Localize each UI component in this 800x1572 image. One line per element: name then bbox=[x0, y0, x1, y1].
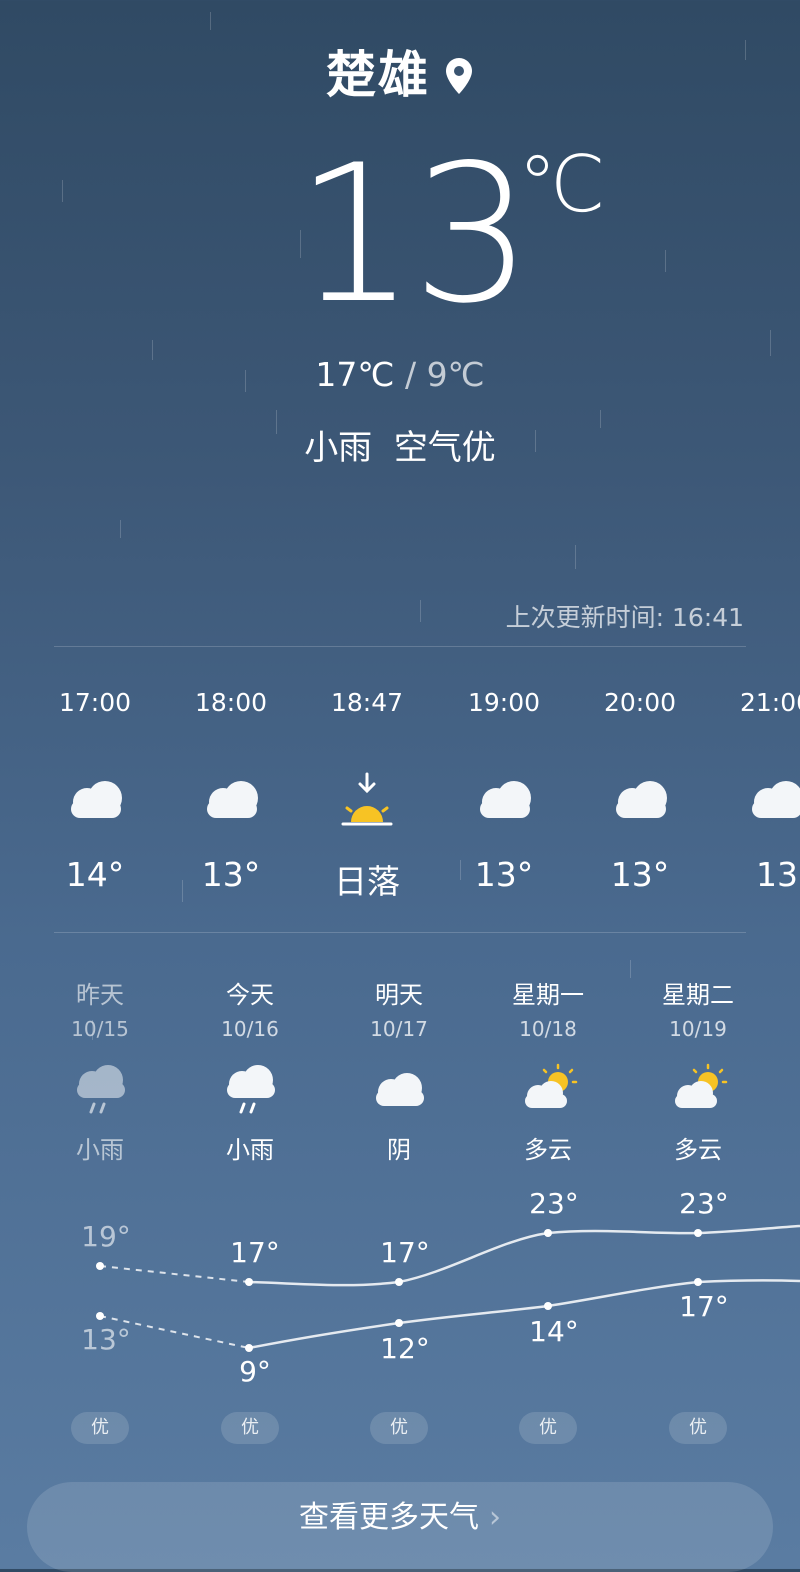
today-high: 17℃ bbox=[315, 355, 395, 394]
air-quality: 空气优 bbox=[393, 428, 496, 468]
day-low-temp: 13° bbox=[81, 1323, 131, 1356]
low-point bbox=[245, 1344, 253, 1352]
high-point bbox=[544, 1229, 552, 1237]
aqi-badge: 优 bbox=[71, 1412, 129, 1444]
hourly-time: 18:47 bbox=[330, 688, 404, 717]
low-point bbox=[395, 1319, 403, 1327]
current-condition: 小雨 bbox=[304, 428, 373, 468]
day-condition: 小雨 bbox=[76, 1136, 124, 1164]
low-point bbox=[544, 1302, 552, 1310]
light-rain-icon bbox=[40, 1060, 160, 1120]
hourly-temp: 14° bbox=[65, 855, 125, 894]
last-updated-label: 上次更新时间: bbox=[505, 603, 664, 632]
last-updated: 上次更新时间: 16:41 bbox=[506, 598, 744, 634]
hourly-time: 19:00 bbox=[467, 688, 541, 717]
day-low-temp: 14° bbox=[529, 1315, 579, 1348]
hourly-temp: 13° bbox=[201, 855, 261, 894]
location-pin-icon bbox=[444, 50, 474, 108]
day-date: 10/17 bbox=[370, 1017, 428, 1041]
more-weather-button[interactable]: 查看更多天气 › bbox=[27, 1482, 773, 1572]
hourly-time: 20:00 bbox=[603, 688, 677, 717]
condition-summary: 小雨 空气优 bbox=[0, 420, 800, 469]
divider bbox=[54, 932, 746, 933]
day-date: 10/18 bbox=[519, 1017, 577, 1041]
day-condition: 多云 bbox=[524, 1136, 572, 1164]
high-trend-line bbox=[248, 1224, 800, 1287]
cloud-icon bbox=[171, 772, 291, 832]
current-temperature: 13 bbox=[295, 124, 533, 345]
day-high-temp: 19° bbox=[81, 1220, 131, 1253]
day-high-temp: 23° bbox=[529, 1187, 579, 1220]
cloud-icon bbox=[35, 772, 155, 832]
city-header[interactable]: 楚雄 bbox=[0, 35, 800, 108]
high-point bbox=[245, 1278, 253, 1286]
day-name: 星期一 bbox=[512, 981, 584, 1009]
today-low: 9℃ bbox=[426, 355, 485, 394]
day-name: 明天 bbox=[375, 981, 423, 1009]
high-low-separator: / bbox=[404, 355, 417, 394]
day-name: 星期二 bbox=[662, 981, 734, 1009]
day-condition: 阴 bbox=[387, 1136, 411, 1164]
partly-cloudy-icon bbox=[488, 1060, 608, 1120]
high-point bbox=[96, 1262, 104, 1270]
day-date: 10/19 bbox=[669, 1017, 727, 1041]
cloud-icon bbox=[580, 772, 700, 832]
cloud-icon bbox=[339, 1060, 459, 1120]
day-date: 10/16 bbox=[221, 1017, 279, 1041]
last-updated-time: 16:41 bbox=[671, 603, 744, 632]
aqi-badge: 优 bbox=[519, 1412, 577, 1444]
high-low-temperature: 17℃ / 9℃ bbox=[0, 355, 800, 394]
hourly-temp: 13° bbox=[756, 855, 800, 894]
hourly-time: 18:00 bbox=[194, 688, 268, 717]
day-low-temp: 12° bbox=[380, 1332, 430, 1365]
day-low-temp: 9° bbox=[239, 1355, 271, 1388]
temperature-unit: ℃ bbox=[518, 140, 606, 230]
high-point bbox=[395, 1278, 403, 1286]
day-high-temp: 23° bbox=[679, 1187, 729, 1220]
partly-cloudy-icon bbox=[638, 1060, 758, 1120]
aqi-badge: 优 bbox=[370, 1412, 428, 1444]
low-point bbox=[694, 1278, 702, 1286]
chevron-right-icon: › bbox=[489, 1500, 501, 1535]
cloud-icon bbox=[444, 772, 564, 832]
day-high-temp: 17° bbox=[230, 1236, 280, 1269]
sunset-icon bbox=[307, 772, 427, 832]
more-weather-label: 查看更多天气 bbox=[299, 1500, 479, 1535]
hourly-temp: 13° bbox=[610, 855, 670, 894]
day-name: 今天 bbox=[226, 981, 274, 1009]
aqi-badge: 优 bbox=[221, 1412, 279, 1444]
divider bbox=[54, 646, 746, 647]
high-point bbox=[694, 1229, 702, 1237]
city-name: 楚雄 bbox=[326, 46, 430, 104]
hourly-temp: 日落 bbox=[334, 862, 400, 901]
light-rain-icon bbox=[190, 1060, 310, 1120]
day-condition: 小雨 bbox=[226, 1136, 274, 1164]
day-date: 10/15 bbox=[71, 1017, 129, 1041]
aqi-badge: 优 bbox=[669, 1412, 727, 1444]
day-condition: 多云 bbox=[674, 1136, 722, 1164]
hourly-temp: 13° bbox=[474, 855, 534, 894]
day-name: 昨天 bbox=[76, 981, 124, 1009]
cloud-icon bbox=[716, 772, 800, 832]
low-point bbox=[96, 1312, 104, 1320]
hourly-time: 17:00 bbox=[58, 688, 132, 717]
day-low-temp: 17° bbox=[679, 1290, 729, 1323]
hourly-time: 21:00 bbox=[739, 688, 800, 717]
day-high-temp: 17° bbox=[380, 1236, 430, 1269]
